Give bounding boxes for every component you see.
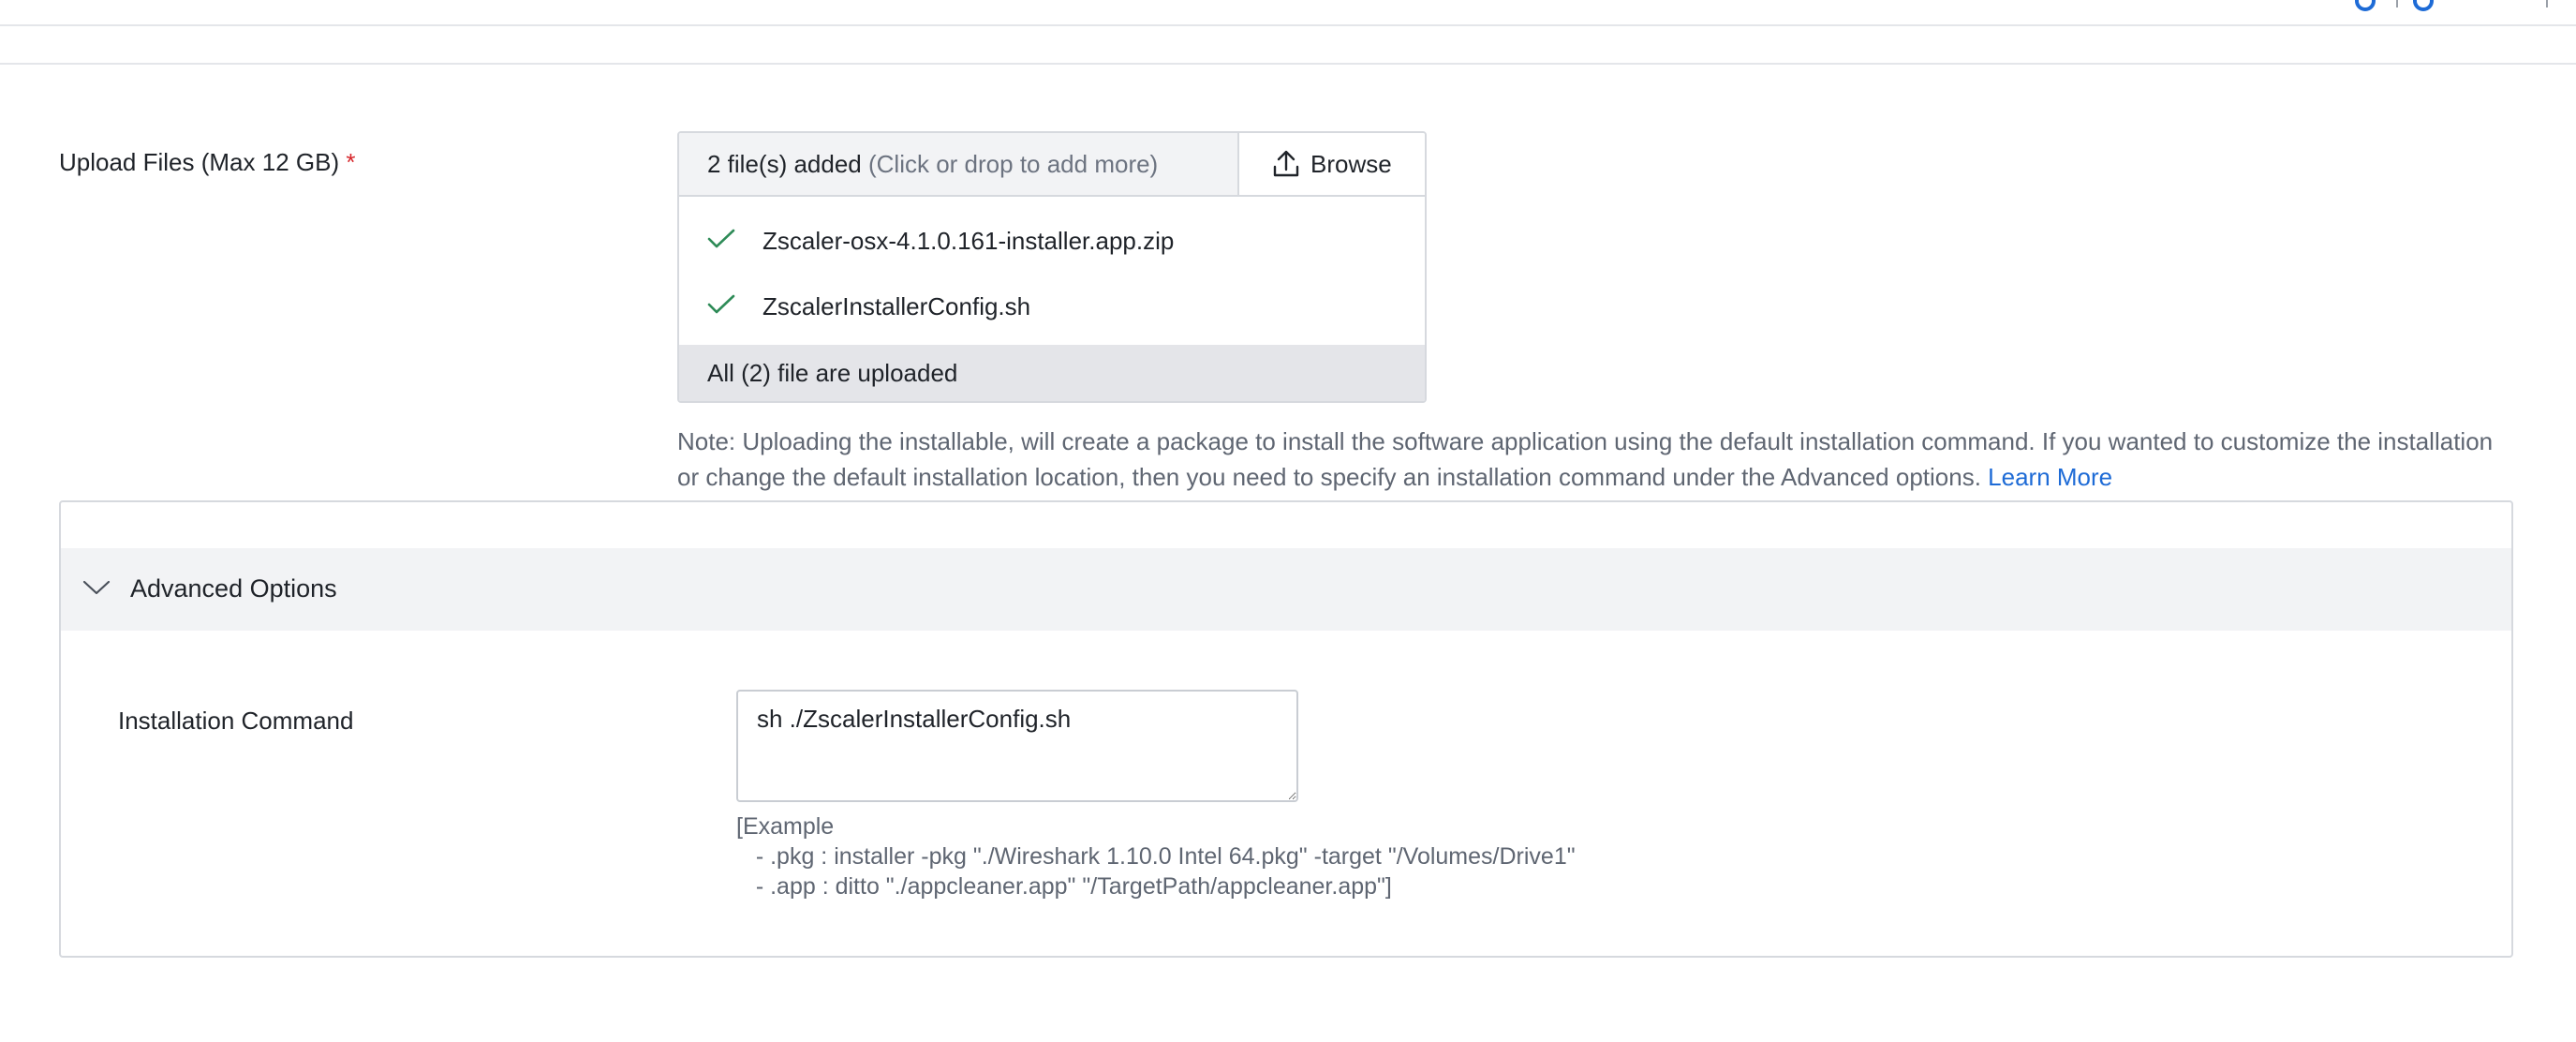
top-toolbar [0,0,2576,26]
file-name: Zscaler-osx-4.1.0.161-installer.app.zip [762,227,1175,255]
advanced-options-title: Advanced Options [130,574,337,603]
drop-hint-text: (Click or drop to add more) [868,150,1159,178]
example-title: [Example [736,813,835,840]
browse-label: Browse [1310,150,1392,178]
uploaded-file-item: ZscalerInstallerConfig.sh [679,277,1425,334]
example-line-app: - .app : ditto "./appcleaner.app" "/Targ… [736,873,1392,900]
file-upload-dropzone[interactable]: 2 file(s) added (Click or drop to add mo… [677,131,1427,403]
upload-note: Note: Uploading the installable, will cr… [677,424,2513,495]
info-icon[interactable] [2413,0,2434,11]
section-divider [0,63,2576,65]
toolbar-divider [2396,0,2398,7]
upload-summary-text: All (2) file are uploaded [707,359,958,387]
check-icon [707,229,735,248]
required-marker: * [346,148,356,176]
advanced-options-toggle[interactable]: Advanced Options [61,548,2511,631]
upload-status: 2 file(s) added (Click or drop to add mo… [707,150,1158,179]
toolbar-icons [2351,0,2576,24]
file-count-text: 2 file(s) added [707,150,862,178]
upload-summary-bar: All (2) file are uploaded [679,345,1425,401]
toolbar-divider [2546,0,2548,7]
check-icon [707,294,735,314]
browse-button[interactable]: Browse [1237,133,1425,195]
installation-command-input[interactable]: sh ./ZscalerInstallerConfig.sh [736,690,1298,802]
upload-icon [1273,150,1299,177]
installation-command-label: Installation Command [118,707,354,735]
advanced-options-panel: Advanced Options Installation Command sh… [59,500,2513,958]
note-text: Note: Uploading the installable, will cr… [677,427,2494,491]
upload-label-text: Upload Files (Max 12 GB) [59,148,340,176]
help-icon[interactable] [2355,0,2376,11]
upload-files-label: Upload Files (Max 12 GB) * [59,148,355,177]
upload-header[interactable]: 2 file(s) added (Click or drop to add mo… [679,133,1425,197]
example-line-pkg: - .pkg : installer -pkg "./Wireshark 1.1… [736,843,1576,870]
uploaded-file-item: Zscaler-osx-4.1.0.161-installer.app.zip [679,212,1425,268]
command-example: [Example - .pkg : installer -pkg "./Wire… [736,811,1576,901]
chevron-down-icon [82,580,111,595]
file-name: ZscalerInstallerConfig.sh [762,292,1031,320]
learn-more-link[interactable]: Learn More [1988,463,2112,491]
